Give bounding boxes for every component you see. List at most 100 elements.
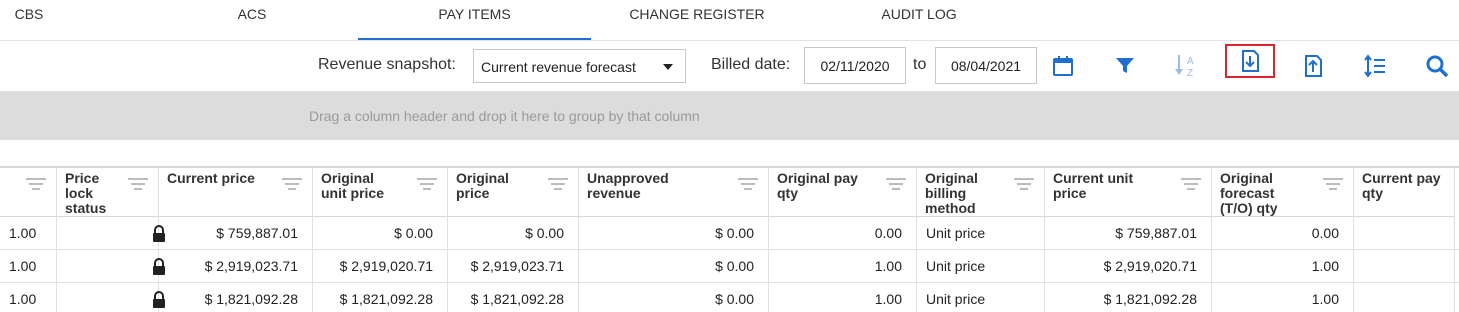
billed-date-label: Billed date: [711,56,791,73]
column-filter-icon[interactable] [886,178,906,192]
cell: Unit price [917,217,1045,250]
cell: $ 0.00 [579,250,769,283]
cell: 1.00 [0,283,57,312]
cell: $ 1,821,092.28 [313,283,448,312]
column-header-label: Unapproved revenue [587,170,669,201]
date-to-input[interactable]: 08/04/2021 [935,47,1037,84]
tab-bar: CBS ACS PAY ITEMS CHANGE REGISTER AUDIT … [0,0,1459,41]
column-header[interactable]: Current unit price [1045,168,1212,217]
table-row[interactable]: 1.00 $ 2,919,023.71 $ 2,919,020.71 $ 2,9… [0,250,1459,283]
calendar-button[interactable] [1046,49,1080,83]
cell: $ 759,887.01 [1045,217,1212,250]
revenue-snapshot-label: Revenue snapshot: [318,56,456,73]
column-header-label: Original billing method [925,170,978,216]
column-header-label: Price lock status [65,170,107,216]
cell: $ 2,919,023.71 [159,250,313,283]
export-button[interactable] [1225,44,1275,78]
price-lock-cell [57,283,165,312]
cell: $ 2,919,023.71 [448,250,579,283]
price-lock-cell [57,250,165,283]
cell: $ 2,919,020.71 [1045,250,1212,283]
chevron-down-icon [663,64,673,70]
import-button[interactable] [1296,49,1330,83]
tab-pay-items[interactable]: PAY ITEMS [358,0,591,40]
column-filter-icon[interactable] [1323,178,1343,192]
revenue-snapshot-value: Current revenue forecast [481,59,636,75]
line-spacing-button[interactable] [1358,49,1392,83]
cell: 1.00 [1212,283,1354,312]
column-header[interactable]: Original pay qty [769,168,917,217]
cell: $ 759,887.01 [159,217,313,250]
tab-audit-log[interactable]: AUDIT LOG [862,0,976,40]
cell: 1.00 [0,250,57,283]
cell: $ 0.00 [579,217,769,250]
date-to-label: to [913,56,927,73]
tab-acs[interactable]: ACS [212,0,292,40]
price-lock-cell [57,217,165,250]
cell: $ 0.00 [313,217,448,250]
calendar-icon [1053,56,1073,76]
column-header[interactable]: Original price [448,168,579,217]
filter-icon [1116,58,1134,73]
cell: 1.00 [0,217,57,250]
column-filter-icon[interactable] [417,178,437,192]
cell: 1.00 [769,283,917,312]
cell: 1.00 [1212,250,1354,283]
pay-items-grid: Price lock status Current price Original… [0,166,1459,312]
cell [1354,250,1455,283]
search-button[interactable] [1420,49,1454,83]
column-header-label: Original unit price [321,170,385,201]
revenue-snapshot-select[interactable]: Current revenue forecast [473,49,686,83]
import-icon [1305,55,1322,77]
column-header[interactable]: Unapproved revenue [579,168,769,217]
tab-label: ACS [237,6,267,22]
column-filter-icon[interactable] [128,178,148,192]
column-header[interactable]: Original forecast (T/O) qty [1212,168,1354,217]
column-filter-icon[interactable] [1014,178,1034,192]
column-filter-icon[interactable] [548,178,568,192]
tab-label: CHANGE REGISTER [629,6,765,22]
cell: 1.00 [769,250,917,283]
group-by-panel[interactable]: Drag a column header and drop it here to… [0,91,1459,140]
cell [1354,217,1455,250]
table-row[interactable]: 1.00 $ 759,887.01 $ 0.00 $ 0.00 $ 0.00 0… [0,217,1459,250]
column-header[interactable]: Original billing method [917,168,1045,217]
group-by-hint: Drag a column header and drop it here to… [309,108,700,124]
column-header-label: Original forecast (T/O) qty [1220,170,1278,216]
column-filter-icon[interactable] [26,178,46,192]
column-header-label: Current price [167,170,255,186]
line-spacing-icon [1364,54,1385,78]
svg-text:A: A [1187,56,1194,67]
cell: $ 1,821,092.28 [448,283,579,312]
column-filter-icon[interactable] [1181,178,1201,192]
sort-button[interactable]: A Z [1170,49,1204,83]
tab-cbs[interactable]: CBS [0,0,58,40]
column-header[interactable]: Current pay qty [1354,168,1455,217]
column-header-label: Current unit price [1053,170,1134,201]
column-header[interactable]: Current price [159,168,313,217]
cell: 0.00 [1212,217,1354,250]
cell: $ 2,919,020.71 [313,250,448,283]
tab-change-register[interactable]: CHANGE REGISTER [612,0,782,40]
toolbar: Revenue snapshot: Current revenue foreca… [0,41,1459,91]
date-from-input[interactable]: 02/11/2020 [804,47,906,84]
column-filter-icon[interactable] [282,178,302,192]
tab-label: CBS [14,6,44,22]
column-header[interactable]: Original unit price [313,168,448,217]
export-icon [1242,50,1259,72]
search-icon [1426,55,1449,78]
column-header[interactable]: Price lock status [57,168,159,217]
column-header[interactable] [0,168,57,217]
filter-button[interactable] [1108,49,1142,83]
tab-label: PAY ITEMS [438,6,511,22]
cell: 0.00 [769,217,917,250]
cell [1354,283,1455,312]
column-header-label: Current pay qty [1362,170,1441,201]
tab-label: AUDIT LOG [881,6,957,22]
table-row[interactable]: 1.00 $ 1,821,092.28 $ 1,821,092.28 $ 1,8… [0,283,1459,312]
cell: $ 1,821,092.28 [159,283,313,312]
cell: Unit price [917,283,1045,312]
svg-text:Z: Z [1187,68,1193,79]
cell: Unit price [917,250,1045,283]
column-filter-icon[interactable] [738,178,758,192]
